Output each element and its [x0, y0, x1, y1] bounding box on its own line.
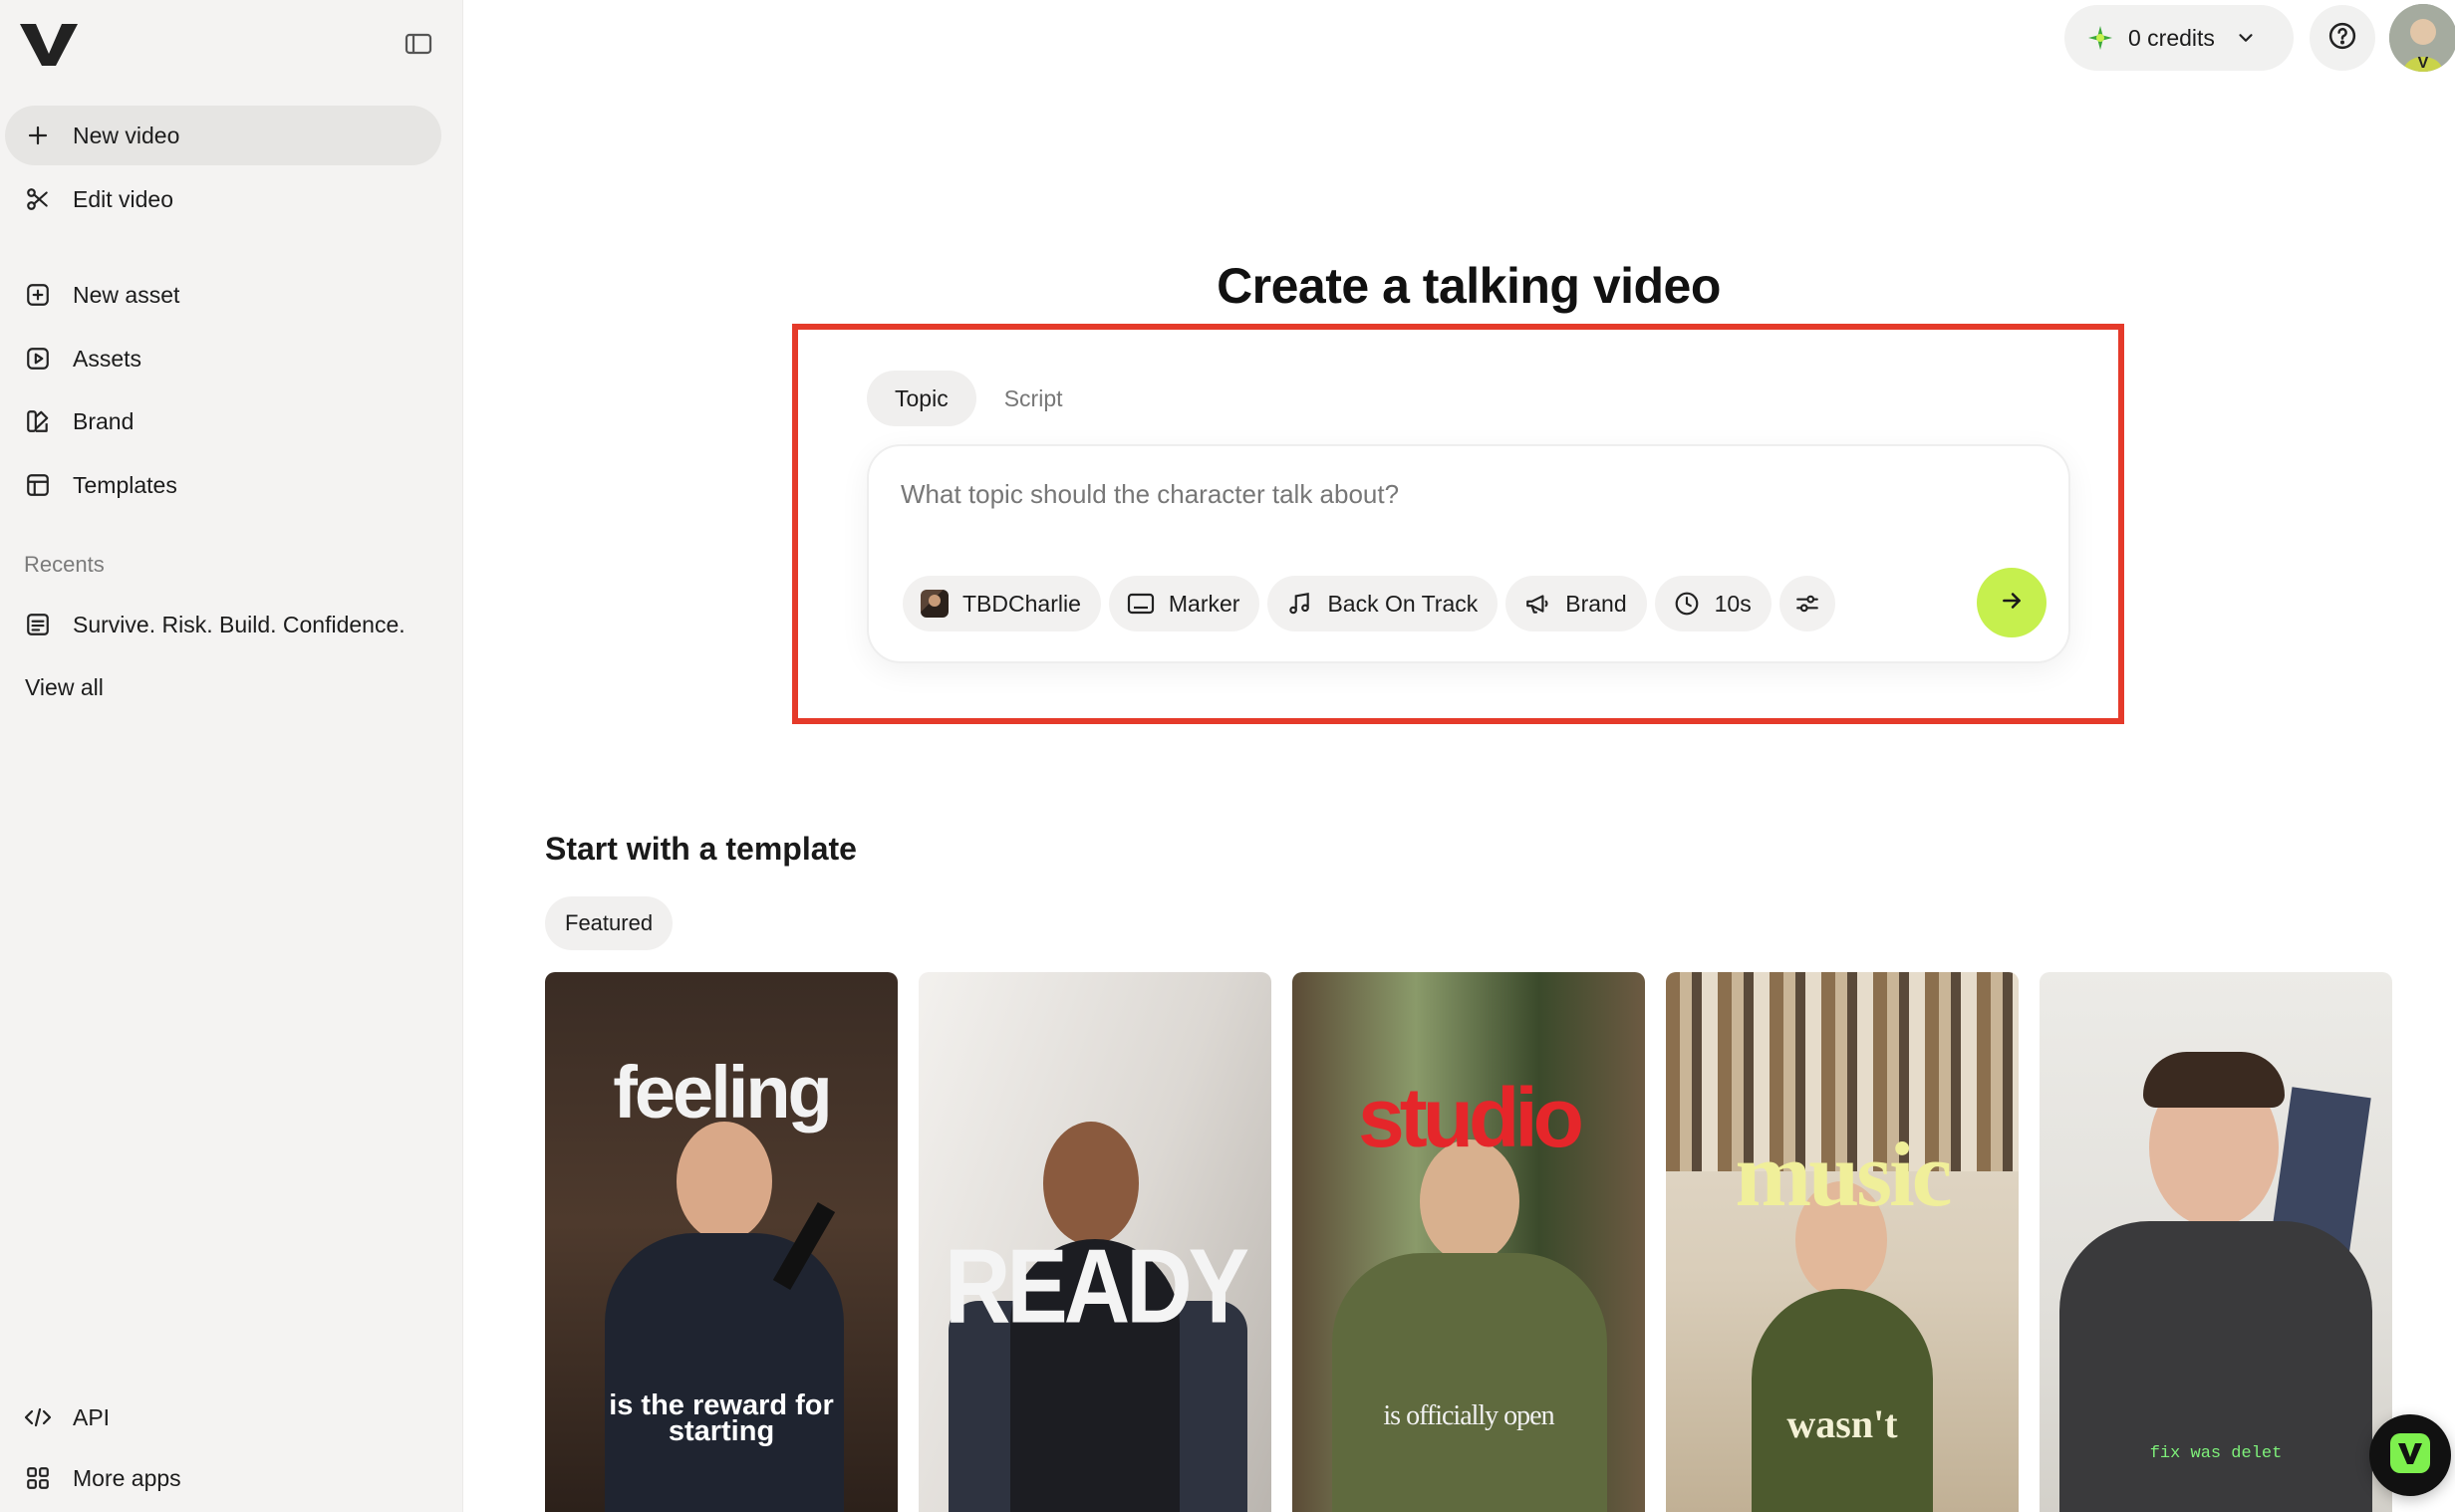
character-chip-label: TBDCharlie — [962, 590, 1081, 617]
help-icon — [2327, 21, 2357, 56]
template-card[interactable]: studio is officially open — [1292, 972, 1645, 1512]
template-card[interactable]: READY — [919, 972, 1271, 1512]
sidebar-item-templates[interactable]: Templates — [5, 455, 441, 515]
caption-chip-label: Marker — [1168, 590, 1240, 617]
sidebar-item-api[interactable]: API — [5, 1387, 441, 1447]
featured-filter[interactable]: Featured — [545, 896, 674, 950]
music-chip-label: Back On Track — [1327, 590, 1479, 617]
grid-icon — [23, 1463, 53, 1493]
template-bottom-text: fix was delet — [2149, 1444, 2283, 1463]
arrow-right-icon — [1999, 588, 2025, 619]
template-bottom-text: wasn't — [1786, 1401, 1898, 1446]
credits-button[interactable]: 0 credits — [2064, 5, 2294, 71]
template-bottom-text: is the reward for starting — [609, 1389, 834, 1447]
layout-icon — [23, 470, 53, 500]
sparkle-icon — [2086, 24, 2114, 52]
template-top-text: READY — [944, 1228, 1249, 1346]
scissors-icon — [23, 184, 53, 214]
caption-style-chip[interactable]: Marker — [1108, 576, 1260, 631]
character-chip[interactable]: TBDCharlie — [903, 576, 1101, 631]
brand-logo-icon[interactable] — [18, 20, 80, 68]
sidebar-item-label: API — [73, 1403, 111, 1430]
duration-chip[interactable]: 10s — [1654, 576, 1772, 631]
avatar[interactable]: V — [2389, 4, 2455, 72]
tab-script[interactable]: Script — [976, 371, 1091, 426]
clock-icon — [1673, 590, 1701, 618]
sidebar-item-more-apps[interactable]: More apps — [5, 1448, 441, 1508]
template-person — [677, 1122, 772, 1241]
megaphone-icon — [1523, 590, 1551, 618]
sidebar: New video Edit video New asset Assets Br… — [0, 0, 463, 1512]
brand-logo-icon — [2388, 1431, 2432, 1480]
sidebar-item-label: Assets — [73, 345, 142, 372]
code-icon — [23, 1402, 53, 1432]
sidebar-item-label: Brand — [73, 407, 135, 434]
music-chip[interactable]: Back On Track — [1267, 576, 1499, 631]
sidebar-item-brand[interactable]: Brand — [5, 391, 441, 451]
sidebar-item-label: Edit video — [73, 185, 174, 212]
template-person-body — [2059, 1221, 2372, 1512]
sidebar-item-assets[interactable]: Assets — [5, 329, 441, 388]
template-card[interactable]: feeling is the reward for starting — [545, 972, 898, 1512]
character-thumbnail-icon — [921, 590, 949, 618]
sidebar-item-new-asset[interactable]: New asset — [5, 265, 441, 325]
chevron-down-icon — [2235, 27, 2257, 49]
template-top-text: feeling — [613, 1051, 832, 1134]
template-bottom-text: is officially open — [1383, 1400, 1554, 1431]
prompt-tabs: Topic Script — [867, 371, 1091, 426]
recent-item[interactable]: Survive. Risk. Build. Confidence. — [5, 595, 441, 654]
credits-label: 0 credits — [2128, 24, 2215, 51]
sidebar-item-new-video[interactable]: New video — [5, 106, 441, 165]
caption-icon — [1127, 590, 1155, 618]
submit-button[interactable] — [1977, 568, 2046, 637]
brand-chip[interactable]: Brand — [1505, 576, 1647, 631]
sidebar-item-label: New video — [73, 122, 180, 148]
plus-square-icon — [23, 280, 53, 310]
sidebar-item-label: Templates — [73, 471, 177, 498]
template-person-body — [605, 1233, 844, 1512]
view-all-link[interactable]: View all — [5, 657, 441, 717]
template-card[interactable]: fix was delet — [2040, 972, 2392, 1512]
topic-input[interactable] — [901, 472, 1997, 516]
recents-label: Recents — [24, 552, 105, 577]
tab-topic[interactable]: Topic — [867, 371, 976, 426]
template-person-body — [1332, 1253, 1607, 1512]
template-top-text: studio — [1358, 1071, 1584, 1164]
play-square-icon — [23, 344, 53, 374]
sliders-icon — [1793, 590, 1821, 618]
document-icon — [23, 610, 53, 639]
template-top-text: music — [1735, 1124, 1953, 1225]
option-chips: TBDCharlie Marker Back On Track Brand 10… — [903, 576, 1835, 631]
palette-icon — [23, 406, 53, 436]
recent-item-label: Survive. Risk. Build. Confidence. — [73, 611, 406, 637]
help-button[interactable] — [2310, 5, 2375, 71]
sidebar-item-label: More apps — [73, 1464, 181, 1491]
sidebar-item-edit-video[interactable]: Edit video — [5, 169, 441, 229]
assistant-button[interactable] — [2369, 1414, 2451, 1496]
duration-chip-label: 10s — [1714, 590, 1752, 617]
plus-icon — [23, 121, 53, 150]
view-all-label: View all — [25, 673, 104, 700]
page-title: Create a talking video — [1217, 258, 1721, 314]
brand-chip-label: Brand — [1565, 590, 1627, 617]
sidebar-item-label: New asset — [73, 281, 180, 308]
template-card[interactable]: music wasn't — [1666, 972, 2019, 1512]
svg-text:V: V — [2418, 55, 2429, 72]
music-note-icon — [1285, 590, 1313, 618]
sidebar-toggle-icon[interactable] — [399, 28, 438, 60]
templates-title: Start with a template — [545, 831, 857, 867]
template-person-hair — [2143, 1052, 2285, 1108]
settings-chip[interactable] — [1778, 576, 1835, 631]
prompt-card: TBDCharlie Marker Back On Track Brand 10… — [867, 444, 2070, 663]
